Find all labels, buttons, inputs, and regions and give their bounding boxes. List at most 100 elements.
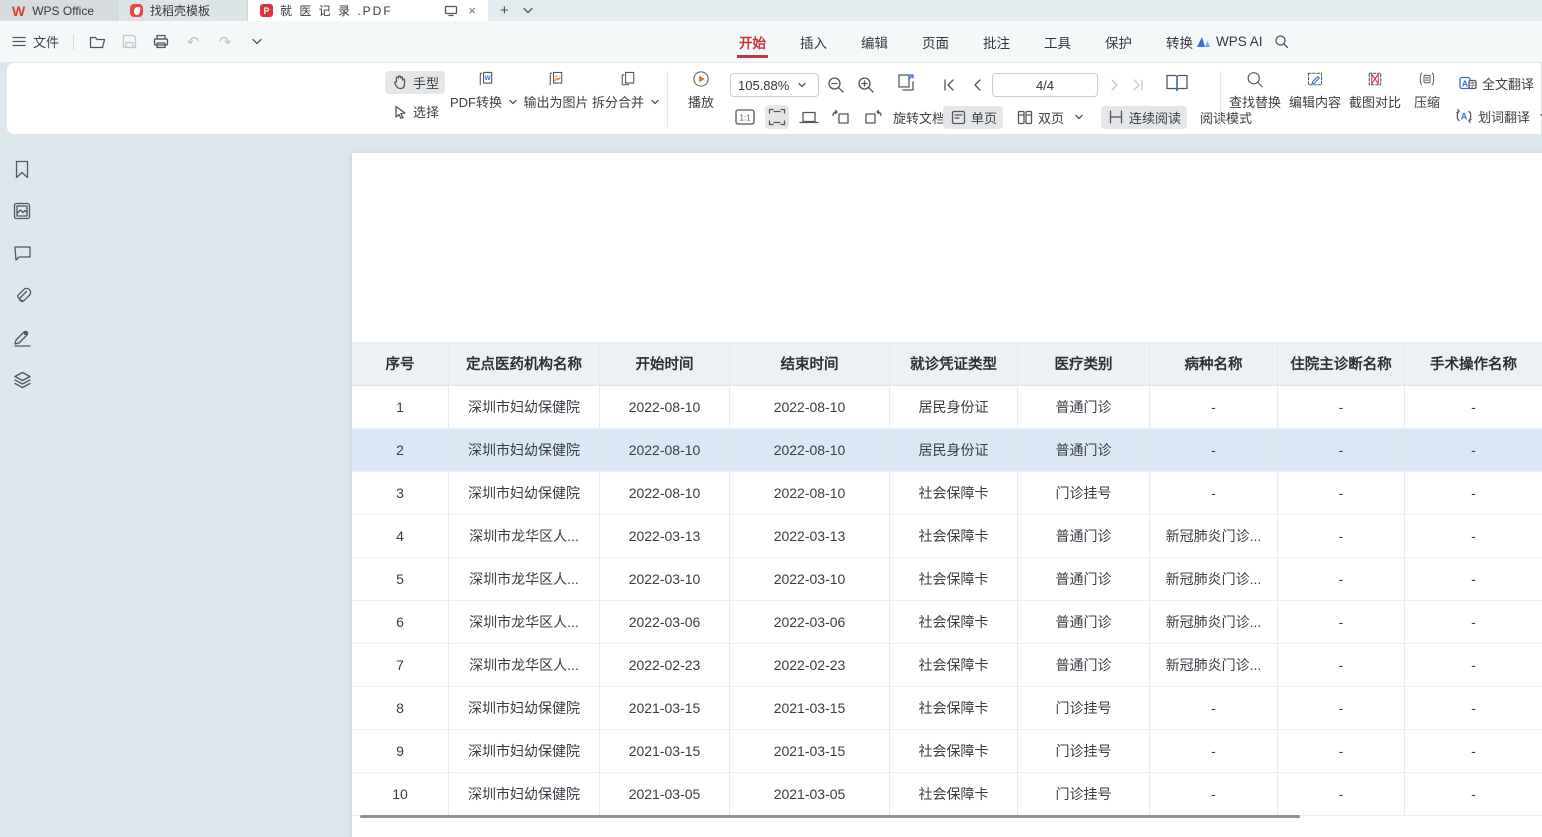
single-page-icon	[949, 108, 967, 126]
more-actions-chevron-icon[interactable]	[248, 33, 266, 51]
single-page-button[interactable]: 单页	[943, 106, 1003, 129]
pdf-page: 序号定点医药机构名称开始时间结束时间就诊凭证类型医疗类别病种名称住院主诊断名称手…	[352, 153, 1542, 837]
word-translate-label[interactable]: 划词翻译	[1478, 107, 1530, 126]
table-cell: 2022-08-10	[600, 472, 730, 515]
hand-tool-button[interactable]: 手型	[385, 71, 445, 94]
table-cell: 深圳市妇幼保健院	[449, 773, 600, 816]
rotate-left-button[interactable]	[829, 105, 853, 129]
double-page-button[interactable]: 双页	[1010, 106, 1094, 129]
table-cell: 10	[352, 773, 449, 816]
double-page-label: 双页	[1038, 108, 1064, 127]
play-button[interactable]: 播放	[668, 70, 734, 111]
export-image-button[interactable]: 输出为图片	[523, 70, 589, 111]
monitor-icon[interactable]	[442, 2, 460, 20]
read-book-icon[interactable]	[1165, 71, 1189, 95]
file-menu-button[interactable]: 文件	[10, 32, 59, 51]
table-cell: 2021-03-05	[600, 773, 730, 816]
full-translate-label[interactable]: 全文翻译	[1482, 74, 1534, 93]
ribbon-toolbar: 手型 选择 W PDF转换 输出为图片 拆分合	[6, 62, 1542, 135]
tab-wps-office[interactable]: W WPS Office	[0, 0, 118, 21]
chevron-down-icon	[793, 76, 811, 94]
table-header-cell: 序号	[352, 342, 449, 386]
table-row: 8深圳市妇幼保健院2021-03-152021-03-15社会保障卡门诊挂号--…	[352, 687, 1542, 730]
tab-protect[interactable]: 保护	[1103, 24, 1134, 60]
first-page-button[interactable]	[937, 73, 961, 97]
table-cell: 社会保障卡	[890, 730, 1018, 773]
table-cell: 7	[352, 644, 449, 687]
redo-icon[interactable]: ↷	[216, 33, 234, 51]
layers-icon[interactable]	[12, 369, 32, 389]
next-page-button[interactable]	[1103, 73, 1127, 97]
pdf-convert-icon: W	[477, 70, 495, 88]
wps-pdf-window: W WPS Office 找稻壳模板 P 就 医 记 录 .PDF × +	[0, 0, 1542, 837]
undo-icon[interactable]: ↶	[184, 33, 202, 51]
save-icon[interactable]	[120, 33, 138, 51]
rotate-pages-icon[interactable]	[894, 71, 918, 95]
wps-ai-button[interactable]: WPS AI	[1196, 34, 1263, 49]
table-cell: -	[1405, 773, 1542, 816]
table-header-cell: 病种名称	[1150, 342, 1278, 386]
select-tool-button[interactable]: 选择	[385, 100, 445, 123]
new-tab-icon[interactable]: +	[500, 2, 509, 19]
zoom-out-button[interactable]	[824, 73, 848, 97]
table-cell: -	[1278, 386, 1405, 429]
chevron-down-icon	[504, 93, 522, 111]
tab-tools[interactable]: 工具	[1042, 24, 1073, 60]
fit-page-button[interactable]	[765, 105, 789, 129]
table-cell: 深圳市龙华区人...	[449, 558, 600, 601]
table-cell: 2022-03-13	[600, 515, 730, 558]
zoom-level-select[interactable]: 105.88%	[730, 73, 819, 97]
tab-home[interactable]: 开始	[737, 24, 768, 60]
tab-comment[interactable]: 批注	[981, 24, 1012, 60]
continuous-read-label: 连续阅读	[1129, 108, 1181, 127]
double-page-icon	[1016, 108, 1034, 126]
tab-insert[interactable]: 插入	[798, 24, 829, 60]
tab-docer-templates[interactable]: 找稻壳模板	[118, 0, 248, 21]
table-cell: -	[1278, 472, 1405, 515]
table-cell: 普通门诊	[1018, 429, 1150, 472]
rotate-doc-label[interactable]: 旋转文档	[893, 108, 945, 127]
fit-width-button[interactable]	[797, 105, 821, 129]
split-merge-button[interactable]: 拆分合并	[595, 70, 661, 111]
signature-pen-icon[interactable]	[12, 327, 32, 347]
tab-document-active[interactable]: P 就 医 记 录 .PDF ×	[248, 0, 488, 21]
table-cell: 深圳市妇幼保健院	[449, 472, 600, 515]
close-tab-icon[interactable]: ×	[468, 3, 476, 18]
tab-convert[interactable]: 转换	[1164, 24, 1195, 60]
last-page-button[interactable]	[1125, 73, 1149, 97]
page-indicator-input[interactable]: 4/4	[992, 73, 1098, 97]
table-cell: 深圳市妇幼保健院	[449, 687, 600, 730]
comment-icon[interactable]	[12, 243, 32, 263]
rotate-right-button[interactable]	[861, 105, 885, 129]
table-cell: 社会保障卡	[890, 687, 1018, 730]
divider	[73, 34, 74, 50]
table-row: 4深圳市龙华区人...2022-03-132022-03-13社会保障卡普通门诊…	[352, 515, 1542, 558]
previous-page-button[interactable]	[965, 73, 989, 97]
print-icon[interactable]	[152, 33, 170, 51]
compress-button[interactable]: 压缩	[1399, 70, 1455, 111]
zoom-in-button[interactable]	[854, 73, 878, 97]
table-cell: 新冠肺炎门诊...	[1150, 644, 1278, 687]
export-image-label: 输出为图片	[523, 92, 588, 111]
table-cell: 2	[352, 429, 449, 472]
continuous-read-button[interactable]: 连续阅读	[1101, 106, 1187, 129]
table-cell: 居民身份证	[890, 386, 1018, 429]
tab-page[interactable]: 页面	[920, 24, 951, 60]
search-icon[interactable]	[1272, 33, 1290, 51]
find-replace-button[interactable]: 查找替换	[1222, 70, 1288, 111]
table-row: 7深圳市龙华区人...2022-02-232022-02-23社会保障卡普通门诊…	[352, 644, 1542, 687]
window-tab-bar: W WPS Office 找稻壳模板 P 就 医 记 录 .PDF × +	[0, 0, 1542, 21]
pdf-convert-button[interactable]: W PDF转换	[453, 70, 519, 111]
actual-size-button[interactable]: 1:1	[733, 105, 757, 129]
open-folder-icon[interactable]	[88, 33, 106, 51]
play-icon	[692, 70, 710, 88]
attachment-icon[interactable]	[12, 285, 32, 305]
table-cell: 2022-03-10	[730, 558, 890, 601]
thumbnail-image-icon[interactable]	[12, 201, 32, 221]
bookmark-icon[interactable]	[12, 159, 32, 179]
table-cell: 2022-02-23	[600, 644, 730, 687]
tab-list-chevron-icon[interactable]	[519, 2, 537, 20]
edit-content-button[interactable]: 编辑内容	[1282, 70, 1348, 111]
table-header-cell: 住院主诊断名称	[1278, 342, 1405, 386]
tab-edit[interactable]: 编辑	[859, 24, 890, 60]
